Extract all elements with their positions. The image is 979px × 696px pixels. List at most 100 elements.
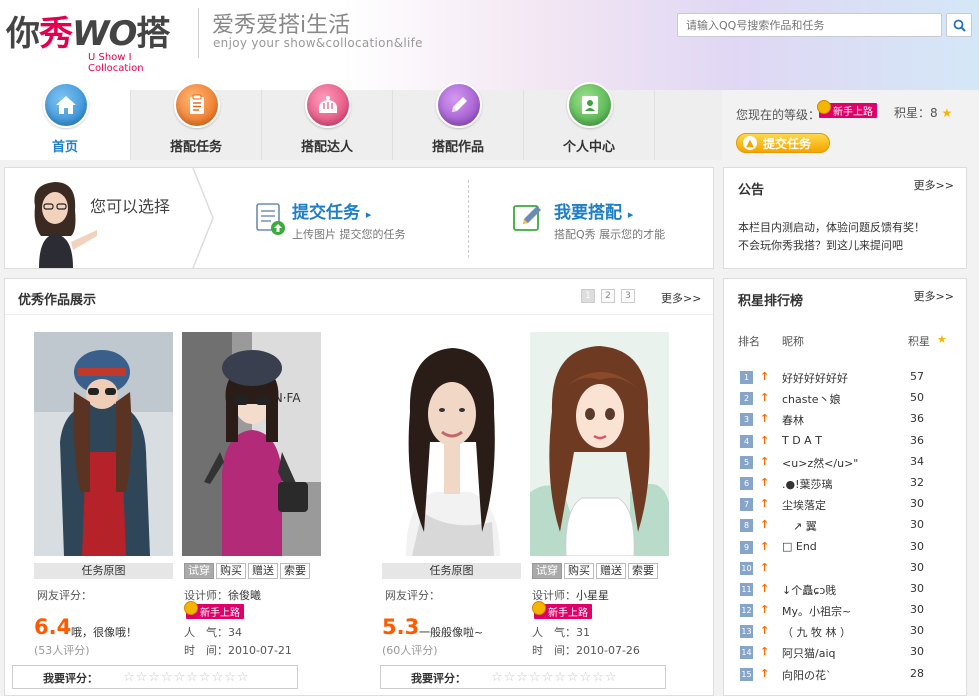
rank-nickname[interactable]: 向阳の花` [782, 667, 902, 683]
star-icon: ★ [941, 106, 953, 120]
ranking-row[interactable]: 1 ↑ 好好好好好好 57 [724, 367, 966, 388]
rate-label: 我要评分： [43, 672, 98, 685]
outfit-avatar-image[interactable]: IAN·FA [182, 332, 321, 556]
buy-button[interactable]: 购买 [216, 563, 246, 579]
works-more-link[interactable]: 更多>> [661, 290, 701, 306]
score-count: (53人评分) [34, 644, 90, 657]
ranking-row[interactable]: 14 ↑ 阿只猫/aiq 30 [724, 642, 966, 663]
level-label: 您现在的等级： [736, 108, 821, 122]
ranking-row[interactable]: 6 ↑ .●!葉莎璃 32 [724, 473, 966, 494]
ranking-row[interactable]: 11 ↑ ↓个矗ɕɔ贱 30 [724, 579, 966, 600]
request-button[interactable]: 索要 [628, 563, 658, 579]
search-input[interactable] [678, 14, 941, 36]
ranking-row[interactable]: 9 ↑ □ End 30 [724, 537, 966, 558]
buy-button[interactable]: 购买 [564, 563, 594, 579]
medal-icon [817, 100, 831, 114]
photo-label: 任务原图 [34, 563, 173, 579]
rank-nickname[interactable]: （ 九 牧 林 ） [782, 624, 902, 640]
work-card: IAN·FA 任务原图 试穿 购买 赠送 索要 网友评分： 6.4 哦，很像哦！… [12, 332, 324, 696]
rank-nickname[interactable]: chaste丶娘 [782, 391, 902, 407]
rank-nickname[interactable]: .●!葉莎璃 [782, 476, 902, 492]
points-display: 积星：8 ★ [894, 104, 952, 121]
nav-home[interactable]: 首页 [0, 82, 131, 160]
rank-nickname[interactable]: 阿只猫/aiq [782, 645, 902, 661]
gift-button[interactable]: 赠送 [596, 563, 626, 579]
rank-nickname[interactable]: 尘埃落定 [782, 497, 902, 513]
nav-experts-label: 搭配达人 [300, 140, 353, 155]
rank-number: 11 [740, 582, 753, 596]
rank-nickname[interactable]: T D A T [782, 434, 902, 447]
ranking-row[interactable]: 5 ↑ <u>z然</u>" 34 [724, 452, 966, 473]
rank-nickname[interactable]: <u>z然</u>" [782, 455, 902, 471]
clipboard-icon [174, 82, 220, 128]
score-count: (60人评分) [382, 644, 438, 657]
designer-badge-text: 新手上路 [548, 608, 588, 619]
rank-number: 10 [740, 561, 753, 575]
pagination: 1 2 3 [581, 289, 635, 303]
ranking-row[interactable]: 2 ↑ chaste丶娘 50 [724, 388, 966, 409]
star-rating-input[interactable]: ☆☆☆☆☆☆☆☆☆☆ [491, 670, 618, 685]
designer-name[interactable]: 小星星 [576, 589, 609, 602]
designer-name[interactable]: 徐俊曦 [228, 589, 261, 602]
rank-nickname[interactable]: ↓个矗ɕɔ贱 [782, 582, 902, 598]
arrow-up-icon: ↑ [760, 497, 770, 511]
ranking-row[interactable]: 7 ↑ 尘埃落定 30 [724, 494, 966, 515]
rank-nickname[interactable]: My。小祖宗~ [782, 603, 902, 619]
page-2[interactable]: 2 [601, 289, 615, 303]
try-on-button[interactable]: 试穿 [532, 563, 562, 579]
page-1[interactable]: 1 [581, 289, 595, 303]
logo-divider [198, 8, 199, 58]
nav-works[interactable]: 搭配作品 [393, 82, 524, 160]
ranking-title: 积星排行榜 [738, 294, 804, 309]
task-original-photo[interactable] [382, 332, 521, 556]
search-button[interactable] [946, 13, 972, 37]
arrow-up-icon: ↑ [760, 475, 770, 489]
rank-nickname[interactable]: ↗ 翼 [782, 518, 902, 534]
submit-task-button[interactable]: ▲ 提交任务 [736, 133, 830, 153]
arrow-up-icon: ↑ [760, 666, 770, 680]
score-value: 6.4 [34, 615, 72, 639]
ranking-row[interactable]: 4 ↑ T D A T 36 [724, 431, 966, 452]
rate-label: 我要评分： [411, 672, 466, 685]
upload-form-icon [256, 203, 285, 235]
choose-banner: 您可以选择 提交任务 ▸ 上传图片 提交您的任务 我要搭配 ▸ 搭配Q秀 展示您… [4, 167, 714, 269]
ranking-row[interactable]: 8 ↑ ↗ 翼 30 [724, 515, 966, 536]
option-my-outfit[interactable]: 我要搭配 ▸ 搭配Q秀 展示您的才能 [554, 198, 665, 242]
edit-outfit-icon [513, 205, 541, 231]
ranking-row[interactable]: 3 ↑ 春林 36 [724, 409, 966, 430]
nav-profile-label: 个人中心 [562, 140, 615, 155]
nav-experts[interactable]: 搭配达人 [262, 82, 393, 160]
rank-number: 2 [740, 392, 753, 406]
score-value: 5.3 [382, 615, 420, 639]
search-icon [953, 19, 966, 32]
ranking-row[interactable]: 10 ↑ 30 [724, 558, 966, 579]
page-3[interactable]: 3 [621, 289, 635, 303]
rank-nickname[interactable]: □ End [782, 540, 902, 553]
notice-line-2[interactable]: 不会玩你秀我搭？到这儿来提问吧 [738, 237, 903, 253]
ranking-more-link[interactable]: 更多>> [914, 288, 954, 304]
site-logo[interactable]: 你秀WO搭 U Show I Collocation [6, 6, 186, 74]
arrow-up-icon: ↑ [760, 560, 770, 574]
rank-nickname[interactable]: 好好好好好好 [782, 370, 902, 386]
nav-tasks[interactable]: 搭配任务 [131, 82, 262, 160]
notice-more-link[interactable]: 更多>> [914, 177, 954, 193]
task-original-photo[interactable] [34, 332, 173, 556]
rank-points: 30 [910, 560, 924, 574]
ranking-row[interactable]: 15 ↑ 向阳の花` 28 [724, 664, 966, 685]
nav-profile[interactable]: 个人中心 [524, 82, 655, 160]
medal-icon [184, 601, 198, 615]
request-button[interactable]: 索要 [280, 563, 310, 579]
option-outfit-subtitle: 搭配Q秀 展示您的才能 [554, 228, 666, 241]
gift-button[interactable]: 赠送 [248, 563, 278, 579]
ranking-row[interactable]: 13 ↑ （ 九 牧 林 ） 30 [724, 621, 966, 642]
notice-line-1[interactable]: 本栏目内测启动，体验问题反馈有奖！ [738, 219, 925, 235]
ranking-row[interactable]: 12 ↑ My。小祖宗~ 30 [724, 600, 966, 621]
rank-points: 50 [910, 391, 924, 405]
try-on-button[interactable]: 试穿 [184, 563, 214, 579]
star-rating-input[interactable]: ☆☆☆☆☆☆☆☆☆☆ [123, 670, 250, 685]
arrow-up-icon: ↑ [760, 645, 770, 659]
option-submit-task[interactable]: 提交任务 ▸ 上传图片 提交您的任务 [292, 198, 406, 242]
col-name: 昵称 [782, 335, 804, 348]
rank-nickname[interactable]: 春林 [782, 412, 902, 428]
outfit-avatar-image[interactable] [530, 332, 669, 556]
